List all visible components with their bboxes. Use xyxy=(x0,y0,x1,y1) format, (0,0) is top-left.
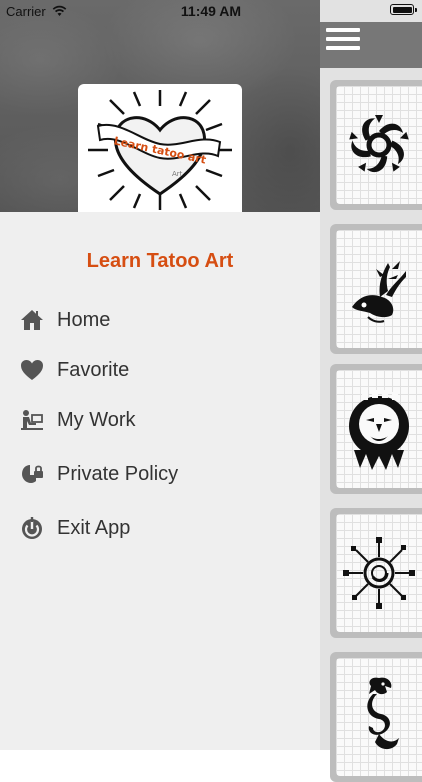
menu-item-favorite[interactable]: Favorite xyxy=(0,350,320,390)
menu-item-label: My Work xyxy=(57,408,136,431)
tribal-dragon-tattoo-icon xyxy=(367,677,399,750)
clock: 11:49 AM xyxy=(180,3,242,19)
tribal-swirl-sun-tattoo-icon xyxy=(343,537,415,609)
menu-item-exit-app[interactable]: Exit App xyxy=(0,508,320,548)
menu-item-label: Home xyxy=(57,308,111,331)
menu-item-label: Private Policy xyxy=(57,462,179,485)
menu-icon[interactable] xyxy=(326,28,360,58)
menu-item-label: Exit App xyxy=(57,516,131,539)
tribal-mask-tattoo-icon xyxy=(349,390,409,470)
power-icon xyxy=(20,516,44,540)
gallery-card[interactable] xyxy=(330,80,422,210)
gallery-card[interactable] xyxy=(330,652,422,782)
gallery-card[interactable] xyxy=(330,364,422,494)
desk-user-icon xyxy=(20,408,44,432)
gallery-card[interactable] xyxy=(330,224,422,354)
gallery-card[interactable] xyxy=(330,508,422,638)
menu-item-my-work[interactable]: My Work xyxy=(0,400,320,440)
battery-icon xyxy=(390,4,417,15)
side-drawer: Learn tatoo art Art Learn Tatoo Art Home… xyxy=(0,0,320,750)
status-bar: Carrier 11:49 AM xyxy=(0,0,422,22)
tribal-sun-tattoo-icon xyxy=(349,115,409,173)
heart-icon xyxy=(20,358,44,382)
app-logo: Learn tatoo art Art xyxy=(78,84,242,212)
menu-item-private-policy[interactable]: Private Policy xyxy=(0,454,320,494)
menu-item-label: Favorite xyxy=(57,358,130,381)
tribal-deer-tattoo-icon xyxy=(352,261,406,323)
menu-item-home[interactable]: Home xyxy=(0,300,320,340)
app-title: Learn Tatoo Art xyxy=(86,250,234,272)
svg-text:Art: Art xyxy=(172,170,183,178)
shield-lock-icon xyxy=(20,462,44,486)
home-icon xyxy=(20,308,44,332)
